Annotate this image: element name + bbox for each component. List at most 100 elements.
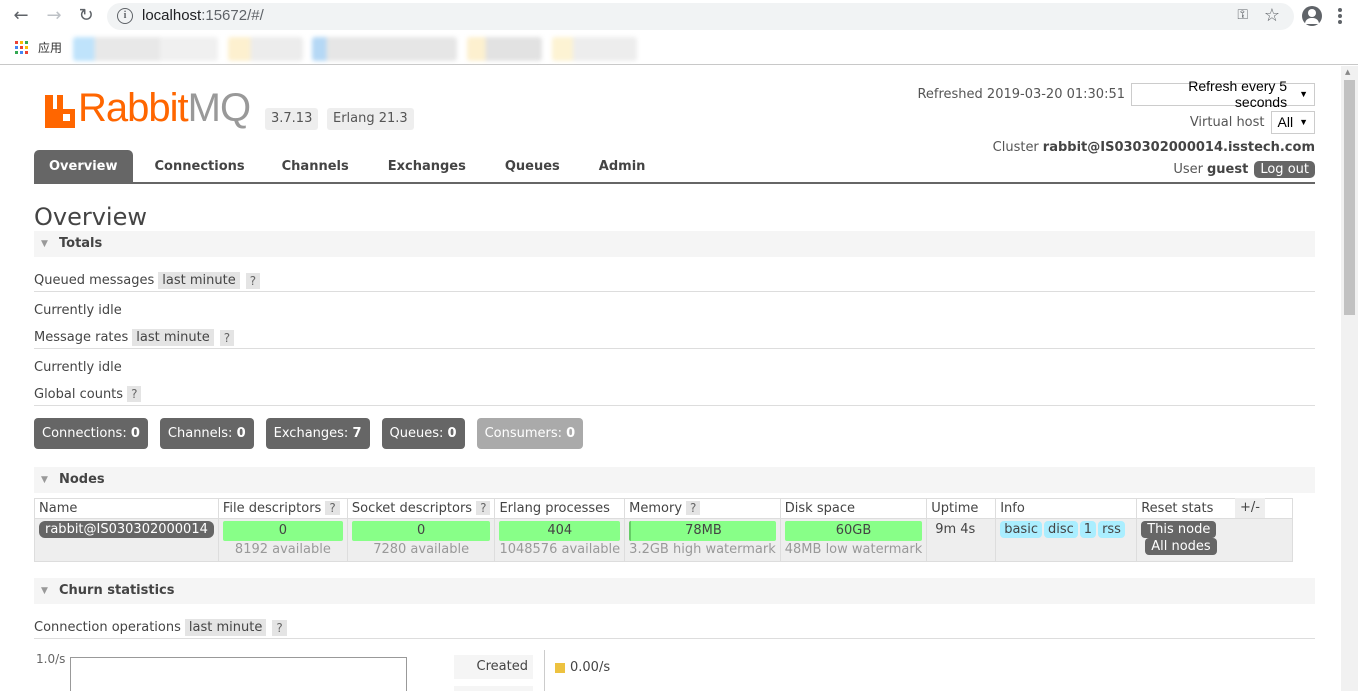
column-header-erlang-processes: Erlang processes	[494, 498, 626, 519]
global-counts-row: Global counts ?	[34, 386, 142, 402]
erlang-processes-cell: 404 1048576 available	[494, 518, 626, 562]
reset-all-nodes-button[interactable]: All nodes	[1145, 538, 1217, 555]
column-header-uptime: Uptime	[926, 498, 997, 519]
reload-icon[interactable]: ↻	[75, 5, 97, 27]
bookmark-blurred[interactable]	[312, 37, 457, 61]
nodes-section-header[interactable]: ▼ Nodes	[34, 467, 1315, 493]
file-descriptors-available: 8192 available	[234, 542, 331, 557]
reset-stats-cell: This nodeAll nodes	[1136, 518, 1294, 562]
queued-messages-label: Queued messages	[34, 273, 155, 288]
socket-descriptors-available: 7280 available	[373, 542, 470, 557]
channels-count-button[interactable]: Channels: 0	[159, 418, 254, 449]
column-header-reset-stats: Reset stats	[1136, 498, 1294, 519]
message-rates-label: Message rates	[34, 330, 129, 345]
tab-exchanges[interactable]: Exchanges	[373, 150, 481, 183]
node-name-cell: rabbit@IS030302000014	[34, 518, 219, 562]
info-tag-disc: disc	[1043, 521, 1078, 538]
exchanges-count-button[interactable]: Exchanges: 7	[265, 418, 370, 449]
message-rates-row: Message rates last minute ?	[34, 329, 235, 346]
collapse-triangle-icon: ▼	[41, 475, 48, 485]
bookmark-blurred[interactable]	[228, 37, 303, 61]
apps-bookmark-label[interactable]: 应用	[38, 39, 62, 56]
key-icon[interactable]: ⚿	[1237, 7, 1248, 23]
column-header-memory: Memory?	[624, 498, 781, 519]
forward-arrow-icon[interactable]: →	[43, 5, 65, 27]
legend-created-label[interactable]: Created	[454, 655, 533, 679]
queued-status: Currently idle	[34, 303, 122, 318]
bookmark-blurred[interactable]	[467, 37, 542, 61]
browser-menu-icon[interactable]	[1338, 8, 1342, 24]
divider	[34, 638, 1315, 639]
address-bar[interactable]: i localhost:15672/#/ ⚿ ☆	[107, 3, 1294, 30]
file-descriptors-cell: 0 8192 available	[217, 518, 348, 562]
help-button[interactable]: ?	[127, 386, 142, 402]
collapse-triangle-icon: ▼	[41, 586, 48, 596]
column-toggle-button[interactable]: +/-	[1235, 498, 1265, 518]
page-title: Overview	[34, 203, 147, 231]
vhost-select[interactable]: All ▼	[1270, 110, 1315, 134]
tab-channels[interactable]: Channels	[267, 150, 364, 183]
rabbitmq-logo-icon	[45, 95, 75, 128]
queues-count-button[interactable]: Queues: 0	[381, 418, 465, 449]
disk-space-cell: 60GB 48MB low watermark	[779, 518, 928, 562]
rates-range-selector[interactable]: last minute	[132, 329, 214, 346]
connection-operations-label: Connection operations	[34, 620, 181, 635]
info-tag-rss: rss	[1098, 521, 1125, 538]
column-header-info: Info	[995, 498, 1138, 519]
divider	[34, 348, 1315, 349]
help-button[interactable]: ?	[272, 619, 287, 636]
legend-created-value: 0.00/s	[555, 660, 610, 675]
url-text[interactable]: localhost:15672/#/	[142, 7, 264, 24]
totals-section-header[interactable]: ▼ Totals	[34, 231, 1315, 257]
tab-admin[interactable]: Admin	[584, 150, 661, 183]
uptime-value: 9m 4s	[935, 522, 976, 537]
global-counts-label: Global counts	[34, 386, 124, 402]
memory-bar: 78MB	[629, 521, 776, 541]
bookmark-blurred[interactable]	[73, 37, 218, 61]
tabs-divider	[34, 182, 1315, 184]
info-cell: basic disc 1 rss	[995, 518, 1138, 562]
connections-count-button[interactable]: Connections: 0	[34, 418, 148, 449]
churn-range-selector[interactable]: last minute	[184, 619, 267, 636]
cluster-name: rabbit@IS030302000014.isstech.com	[1042, 139, 1315, 155]
bookmark-blurred[interactable]	[552, 37, 637, 61]
memory-cell: 78MB 3.2GB high watermark	[624, 518, 781, 562]
user-label: User	[1173, 161, 1203, 177]
column-header-file-descriptors: File descriptors?	[217, 498, 348, 519]
help-button[interactable]: ?	[686, 501, 701, 515]
reset-this-node-button[interactable]: This node	[1141, 521, 1217, 538]
refresh-interval-select[interactable]: Refresh every 5 seconds ▼	[1131, 78, 1315, 110]
logout-button[interactable]: Log out	[1254, 160, 1315, 178]
scrollbar-thumb[interactable]	[1344, 80, 1355, 315]
legend-next-label[interactable]	[454, 686, 533, 691]
info-tag-basic: basic	[1000, 521, 1042, 538]
node-name-link[interactable]: rabbit@IS030302000014	[39, 521, 214, 538]
churn-section-header[interactable]: ▼ Churn statistics	[34, 578, 1315, 604]
back-arrow-icon[interactable]: ←	[10, 5, 32, 27]
queued-range-selector[interactable]: last minute	[158, 272, 240, 289]
uptime-cell: 9m 4s	[926, 518, 997, 562]
info-icon[interactable]: i	[117, 8, 133, 24]
tab-overview[interactable]: Overview	[34, 150, 133, 183]
consumers-count-button[interactable]: Consumers: 0	[476, 418, 584, 449]
apps-grid-icon[interactable]	[15, 41, 28, 54]
help-button[interactable]: ?	[476, 501, 491, 515]
version-badge: 3.7.13	[265, 108, 319, 130]
socket-descriptors-cell: 0 7280 available	[346, 518, 496, 562]
column-header-disk-space: Disk space	[779, 498, 928, 519]
bookmark-star-icon[interactable]: ☆	[1264, 5, 1280, 26]
legend-swatch	[555, 662, 565, 673]
file-descriptors-bar: 0	[222, 521, 343, 541]
erlang-processes-available: 1048576 available	[499, 542, 621, 557]
help-button[interactable]: ?	[219, 329, 235, 346]
scroll-up-arrow-icon[interactable]: ▲	[1345, 68, 1350, 76]
profile-avatar-icon[interactable]	[1302, 6, 1322, 26]
disk-space-watermark: 48MB low watermark	[784, 542, 923, 557]
help-button[interactable]: ?	[245, 272, 261, 289]
tab-connections[interactable]: Connections	[140, 150, 260, 183]
cluster-label: Cluster	[992, 139, 1039, 155]
rates-status: Currently idle	[34, 360, 122, 375]
tab-queues[interactable]: Queues	[490, 150, 575, 183]
table-row: rabbit@IS030302000014 0 8192 available 0…	[34, 518, 1294, 562]
help-button[interactable]: ?	[325, 501, 340, 515]
